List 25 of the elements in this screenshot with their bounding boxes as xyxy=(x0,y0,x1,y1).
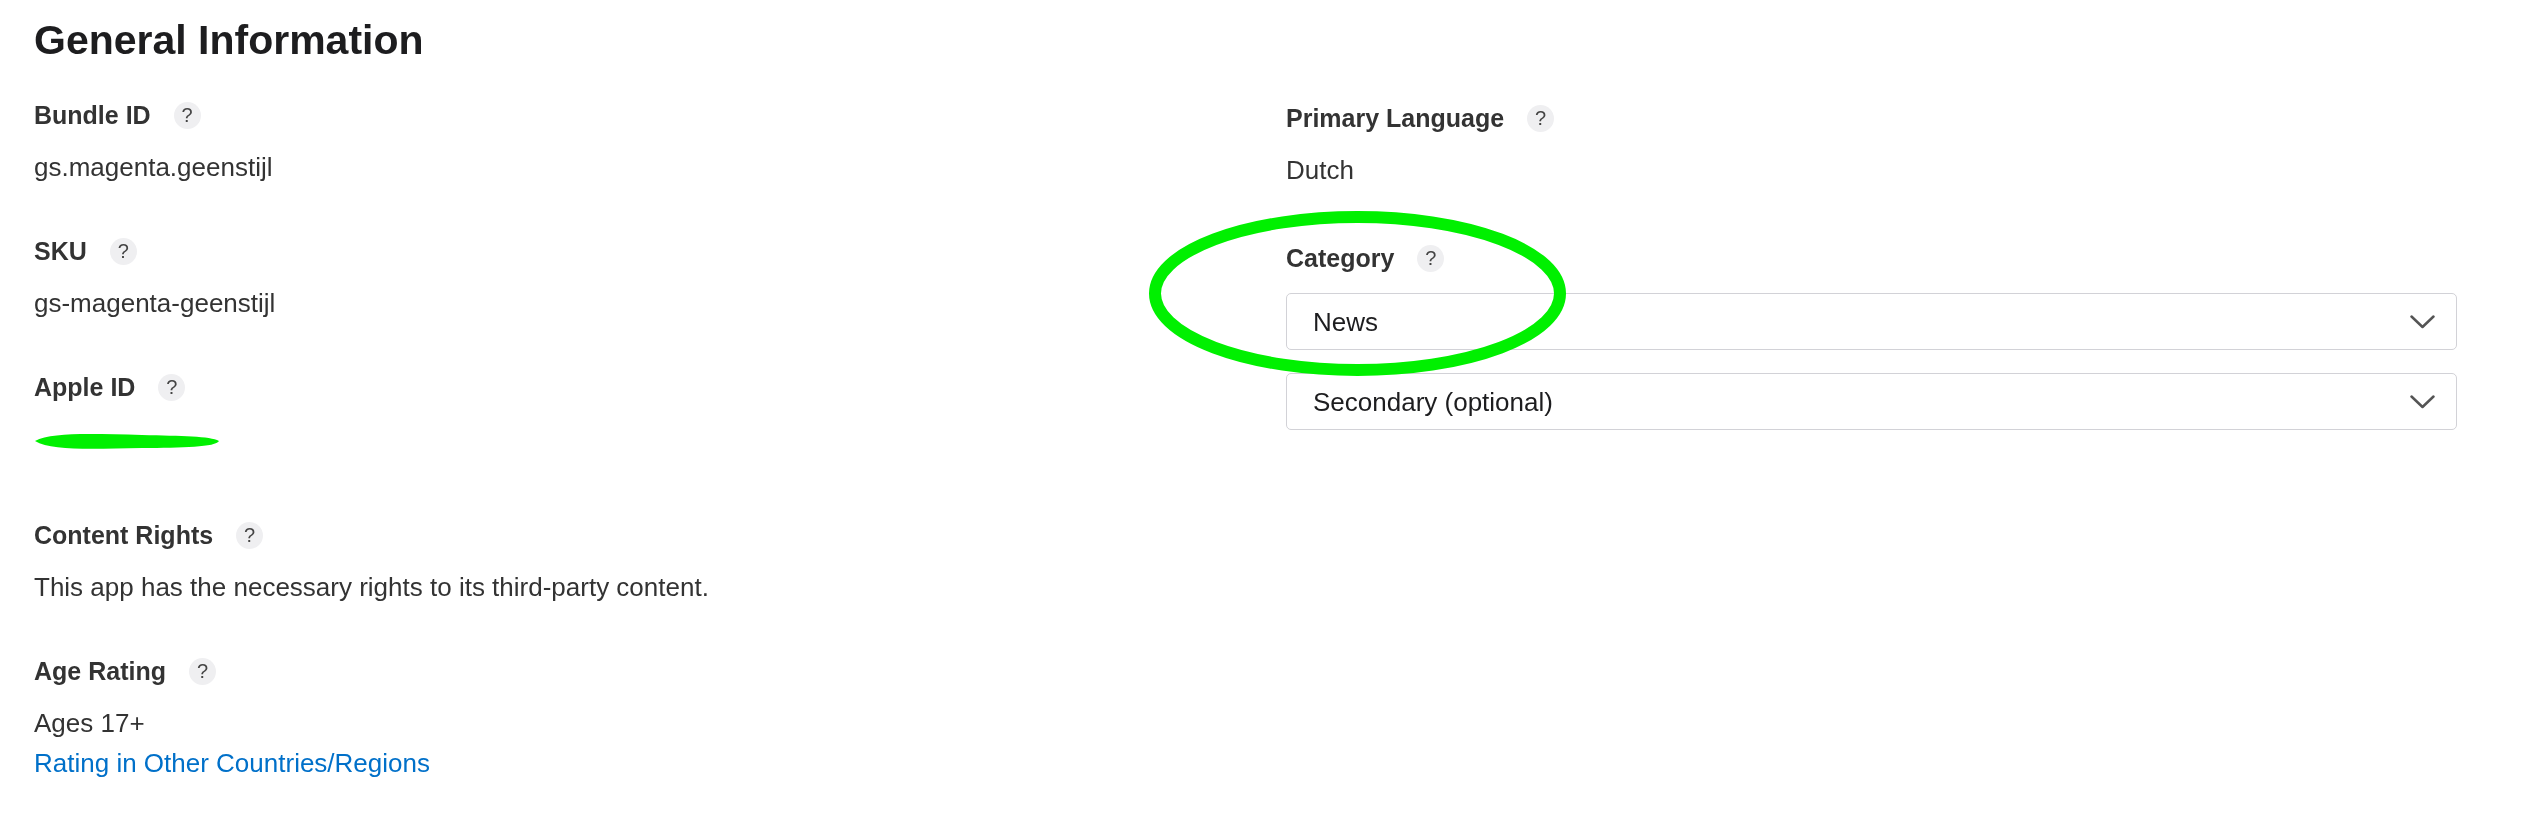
field-value: Ages 17+ xyxy=(34,708,145,738)
field-value: Dutch xyxy=(1286,155,1354,185)
field-label: Primary Language xyxy=(1286,103,1505,133)
chevron-down-icon xyxy=(2410,394,2435,409)
field-label: SKU xyxy=(34,236,87,266)
field-label: Age Rating xyxy=(34,656,166,686)
category-select[interactable]: Secondary (optional) xyxy=(1286,373,2457,430)
help-icon[interactable]: ? xyxy=(236,521,264,549)
category-select[interactable]: News xyxy=(1286,293,2457,350)
help-icon[interactable]: ? xyxy=(158,373,186,401)
field-value: This app has the necessary rights to its third-party content. xyxy=(34,572,709,602)
help-icon[interactable]: ? xyxy=(173,101,201,129)
field-value: gs.magenta.geenstijl xyxy=(34,152,273,182)
help-icon[interactable]: ? xyxy=(1527,104,1555,132)
field-label: Category xyxy=(1286,243,1395,273)
help-icon[interactable]: ? xyxy=(109,237,137,265)
help-icon[interactable]: ? xyxy=(1417,244,1445,272)
field-label: Bundle ID xyxy=(34,100,151,130)
chevron-down-icon xyxy=(2410,314,2435,329)
field-label: Content Rights xyxy=(34,520,214,550)
field-value: gs-magenta-geenstijl xyxy=(34,288,276,318)
section-heading: General Information xyxy=(34,18,424,62)
help-icon[interactable]: ? xyxy=(188,657,216,685)
field-label: Apple ID xyxy=(34,372,136,402)
rating-link[interactable]: Rating in Other Countries/Regions xyxy=(34,748,430,778)
